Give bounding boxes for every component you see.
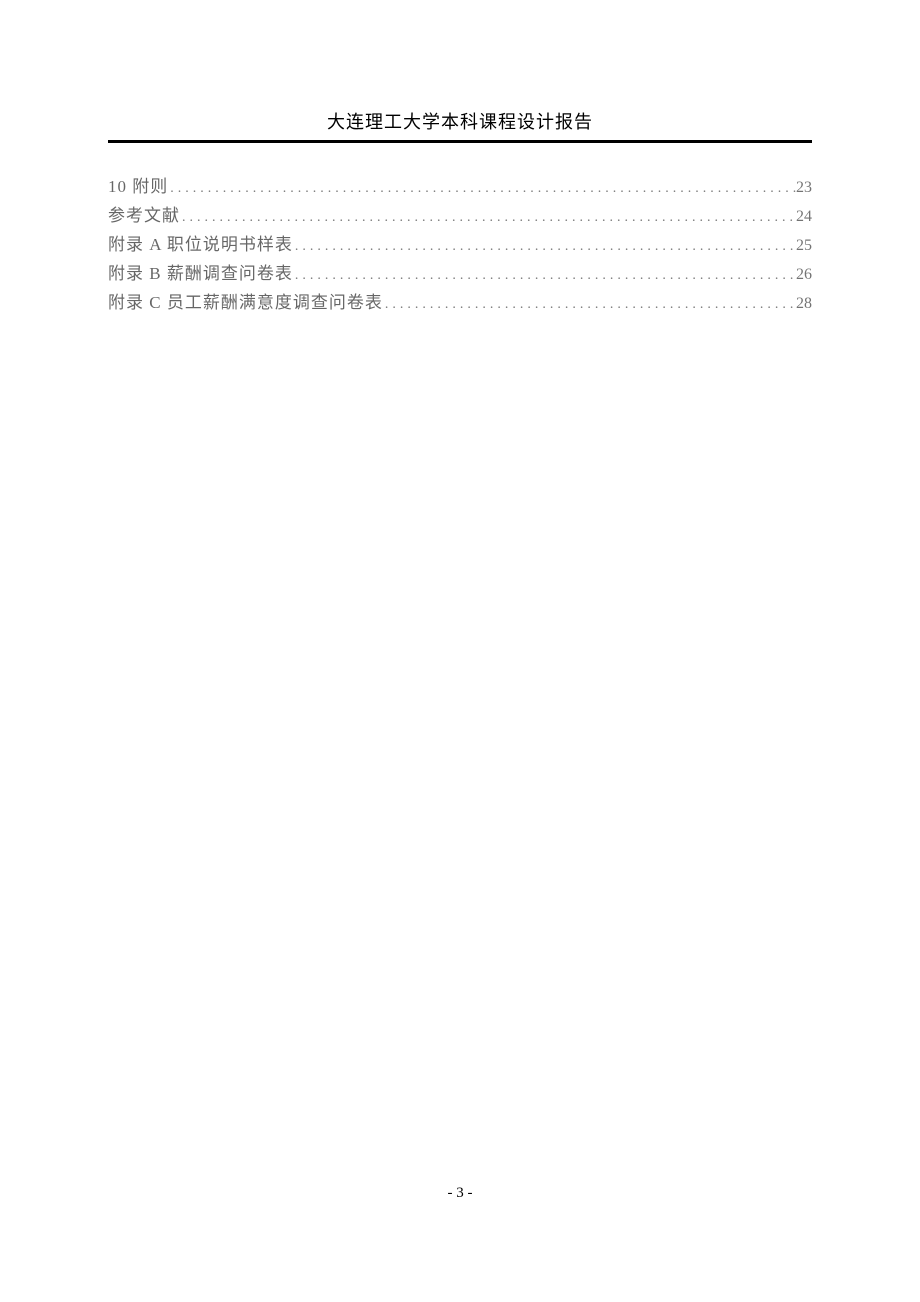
page-header: 大连理工大学本科课程设计报告 xyxy=(108,108,812,143)
page-number: - 3 - xyxy=(448,1185,473,1201)
toc-dots: ........................................… xyxy=(180,206,796,230)
toc-entry: 附录 B 薪酬调查问卷表 ...........................… xyxy=(108,260,812,289)
toc-entry: 10 附则 ..................................… xyxy=(108,173,812,202)
toc-entry-page: 25 xyxy=(796,232,812,259)
toc-entry: 参考文献 ...................................… xyxy=(108,202,812,231)
toc-entry-title: 附录 A 职位说明书样表 xyxy=(108,231,293,260)
toc-dots: ........................................… xyxy=(383,293,796,317)
toc-entry-title: 参考文献 xyxy=(108,202,180,231)
toc-entry-page: 23 xyxy=(796,174,812,201)
toc-entry-title: 附录 B 薪酬调查问卷表 xyxy=(108,260,293,289)
toc-dots: ........................................… xyxy=(168,177,796,201)
table-of-contents: 10 附则 ..................................… xyxy=(108,173,812,317)
toc-entry-page: 28 xyxy=(796,290,812,317)
toc-dots: ........................................… xyxy=(293,235,796,259)
document-page: 大连理工大学本科课程设计报告 10 附则 ...................… xyxy=(0,0,920,1302)
header-title: 大连理工大学本科课程设计报告 xyxy=(327,112,593,132)
toc-entry: 附录 C 员工薪酬满意度调查问卷表 ......................… xyxy=(108,289,812,318)
toc-dots: ........................................… xyxy=(293,264,796,288)
toc-entry-title: 10 附则 xyxy=(108,173,168,202)
toc-entry: 附录 A 职位说明书样表 ...........................… xyxy=(108,231,812,260)
page-footer: - 3 - xyxy=(0,1185,920,1202)
toc-entry-page: 24 xyxy=(796,203,812,230)
toc-entry-page: 26 xyxy=(796,261,812,288)
toc-entry-title: 附录 C 员工薪酬满意度调查问卷表 xyxy=(108,289,383,318)
